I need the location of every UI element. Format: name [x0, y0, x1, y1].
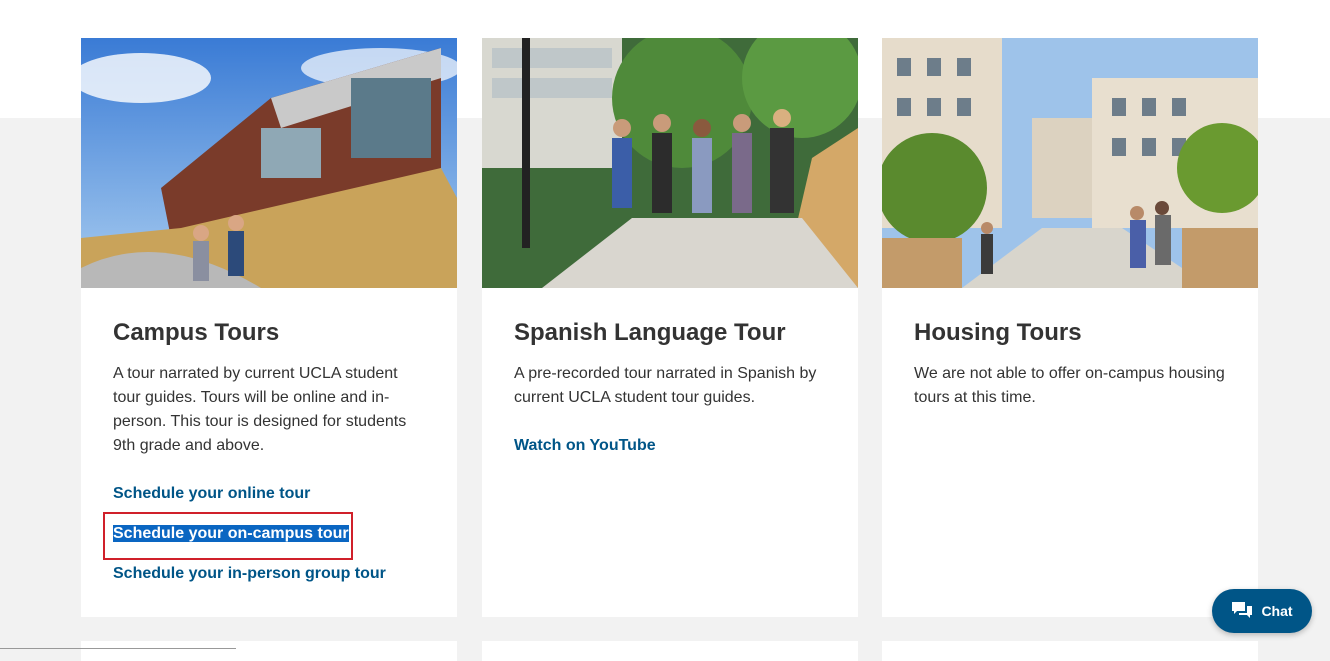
chat-label: Chat — [1261, 603, 1293, 619]
chat-bubbles-icon — [1232, 602, 1253, 618]
card-spanish-tour: Spanish Language Tour A pre-recorded tou… — [482, 38, 858, 617]
card-description: A tour narrated by current UCLA student … — [113, 365, 407, 454]
spanish-tour-photo — [482, 38, 858, 288]
card-housing-tours: Housing Tours We are not able to offer o… — [882, 38, 1258, 617]
bottom-card-3 — [882, 641, 1258, 661]
schedule-on-campus-tour-link-text: Schedule your on-campus tour — [113, 525, 349, 542]
bottom-card-2 — [482, 641, 858, 661]
chat-button[interactable]: Chat — [1212, 589, 1312, 633]
card-title: Campus Tours — [113, 319, 280, 346]
card-title: Housing Tours — [914, 319, 1082, 346]
card-description: A pre-recorded tour narrated in Spanish … — [514, 365, 817, 406]
card-description: We are not able to offer on-campus housi… — [914, 365, 1225, 406]
schedule-group-tour-link[interactable]: Schedule your in-person group tour — [113, 562, 425, 586]
card-campus-tours: Campus Tours A tour narrated by current … — [81, 38, 457, 617]
watch-on-youtube-link[interactable]: Watch on YouTube — [514, 434, 826, 458]
campus-tours-photo — [81, 38, 457, 288]
housing-tours-photo — [882, 38, 1258, 288]
schedule-online-tour-link[interactable]: Schedule your online tour — [113, 482, 425, 506]
scroll-indicator — [0, 648, 236, 649]
card-title: Spanish Language Tour — [514, 319, 786, 346]
schedule-on-campus-tour-link[interactable]: Schedule your on-campus tour — [113, 522, 425, 546]
bottom-card-1 — [81, 641, 457, 661]
